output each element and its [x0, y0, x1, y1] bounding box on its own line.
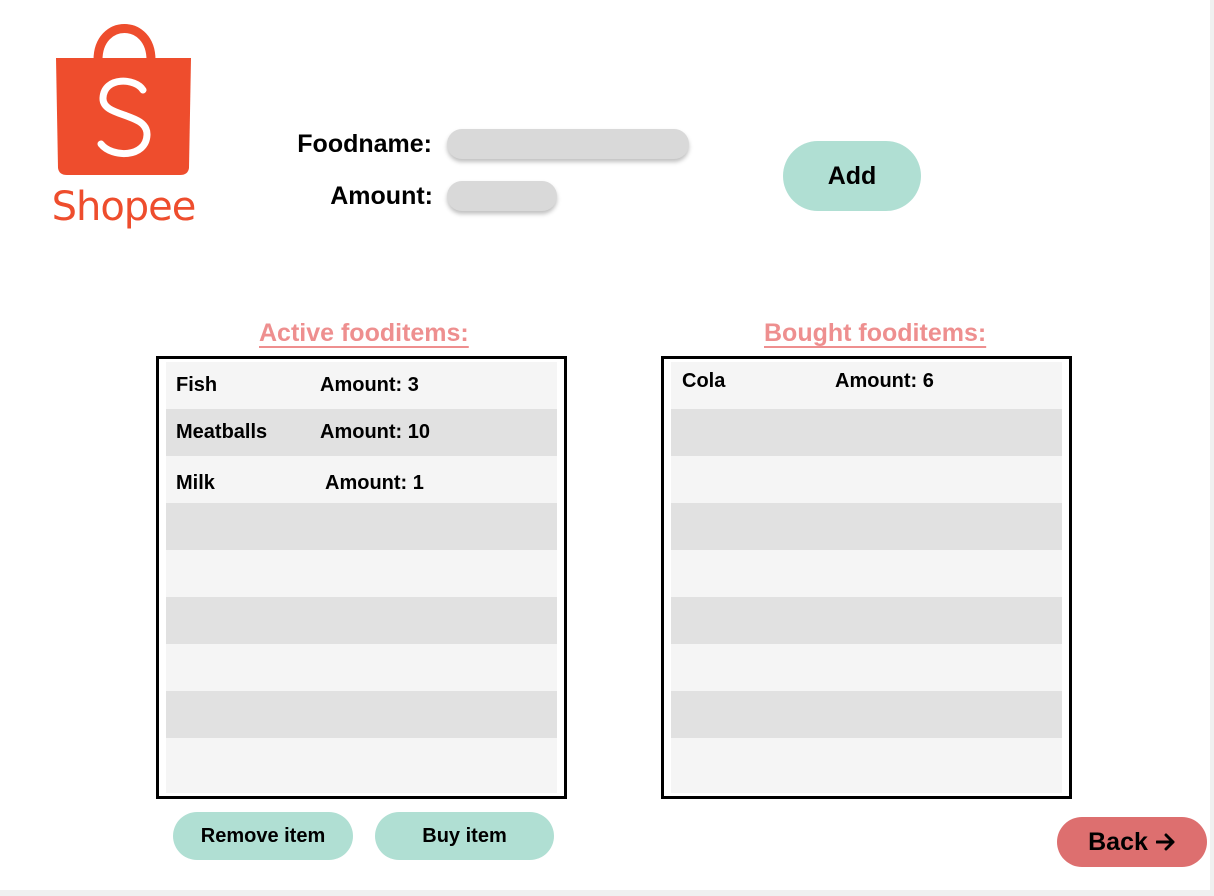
- item-name: Meatballs: [176, 421, 268, 443]
- list-item-empty: [166, 691, 557, 738]
- list-item-empty: [166, 738, 557, 793]
- active-fooditems-list: Fish Amount: 3 Meatballs Amount: 10 Milk…: [156, 356, 567, 799]
- window-edge: [1210, 0, 1214, 896]
- list-item-empty: [166, 597, 557, 644]
- arrow-right-icon: [1155, 833, 1175, 851]
- item-amount: Amount: 10: [320, 421, 430, 443]
- list-item[interactable]: Meatballs Amount: 10: [166, 409, 557, 456]
- list-item-empty: [671, 503, 1062, 550]
- list-item-empty: [671, 691, 1062, 738]
- list-item-empty: [166, 503, 557, 550]
- foodname-input[interactable]: [447, 129, 689, 159]
- active-fooditems-heading: Active fooditems:: [259, 319, 469, 347]
- bought-fooditems-heading: Bought fooditems:: [764, 319, 987, 347]
- buy-item-button[interactable]: Buy item: [375, 812, 554, 860]
- item-name: Milk: [176, 472, 215, 494]
- list-item-empty: [671, 644, 1062, 691]
- item-name: Fish: [176, 374, 218, 396]
- amount-label: Amount:: [330, 182, 433, 210]
- list-item-empty: [166, 550, 557, 597]
- page: Shopee Foodname: Amount: Add Active food…: [0, 0, 1210, 890]
- shopping-bag-icon: [56, 24, 191, 175]
- brand-wordmark: Shopee: [51, 184, 197, 230]
- list-item[interactable]: Milk Amount: 1: [166, 456, 557, 503]
- list-item-empty: [671, 550, 1062, 597]
- back-button[interactable]: Back: [1057, 817, 1207, 867]
- item-amount: Amount: 3: [320, 374, 419, 396]
- list-item[interactable]: Fish Amount: 3: [166, 362, 557, 409]
- shopee-logo: Shopee: [46, 20, 201, 240]
- list-item-empty: [671, 409, 1062, 456]
- list-item-empty: [671, 456, 1062, 503]
- bought-fooditems-list: Cola Amount: 6: [661, 356, 1072, 799]
- item-amount: Amount: 1: [325, 472, 424, 494]
- add-button[interactable]: Add: [783, 141, 921, 211]
- list-item-empty: [671, 597, 1062, 644]
- amount-input[interactable]: [447, 181, 557, 211]
- list-item-empty: [671, 738, 1062, 793]
- list-item-empty: [166, 644, 557, 691]
- list-item[interactable]: Cola Amount: 6: [671, 362, 1062, 409]
- remove-item-button[interactable]: Remove item: [173, 812, 353, 860]
- back-button-label: Back: [1088, 827, 1148, 856]
- item-name: Cola: [682, 370, 726, 392]
- item-amount: Amount: 6: [835, 370, 934, 392]
- foodname-label: Foodname:: [297, 130, 432, 158]
